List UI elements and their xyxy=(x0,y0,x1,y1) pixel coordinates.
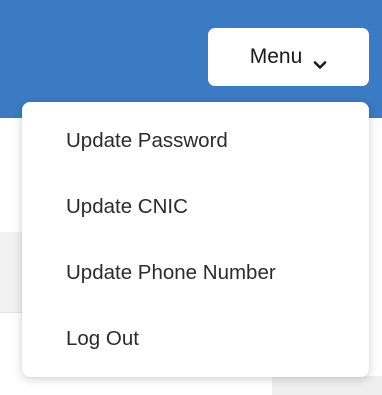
menu-button[interactable]: Menu xyxy=(208,28,369,86)
menu-item-log-out[interactable]: Log Out xyxy=(22,306,369,372)
menu-item-update-phone-number[interactable]: Update Phone Number xyxy=(22,240,369,306)
menu-item-update-cnic[interactable]: Update CNIC xyxy=(22,174,369,240)
background-panel-lower xyxy=(272,376,382,395)
background-panel xyxy=(0,232,24,313)
dropdown-menu: Update Password Update CNIC Update Phone… xyxy=(22,102,369,377)
chevron-down-icon xyxy=(313,52,327,69)
menu-item-update-password[interactable]: Update Password xyxy=(22,108,369,174)
menu-button-label: Menu xyxy=(249,45,303,68)
